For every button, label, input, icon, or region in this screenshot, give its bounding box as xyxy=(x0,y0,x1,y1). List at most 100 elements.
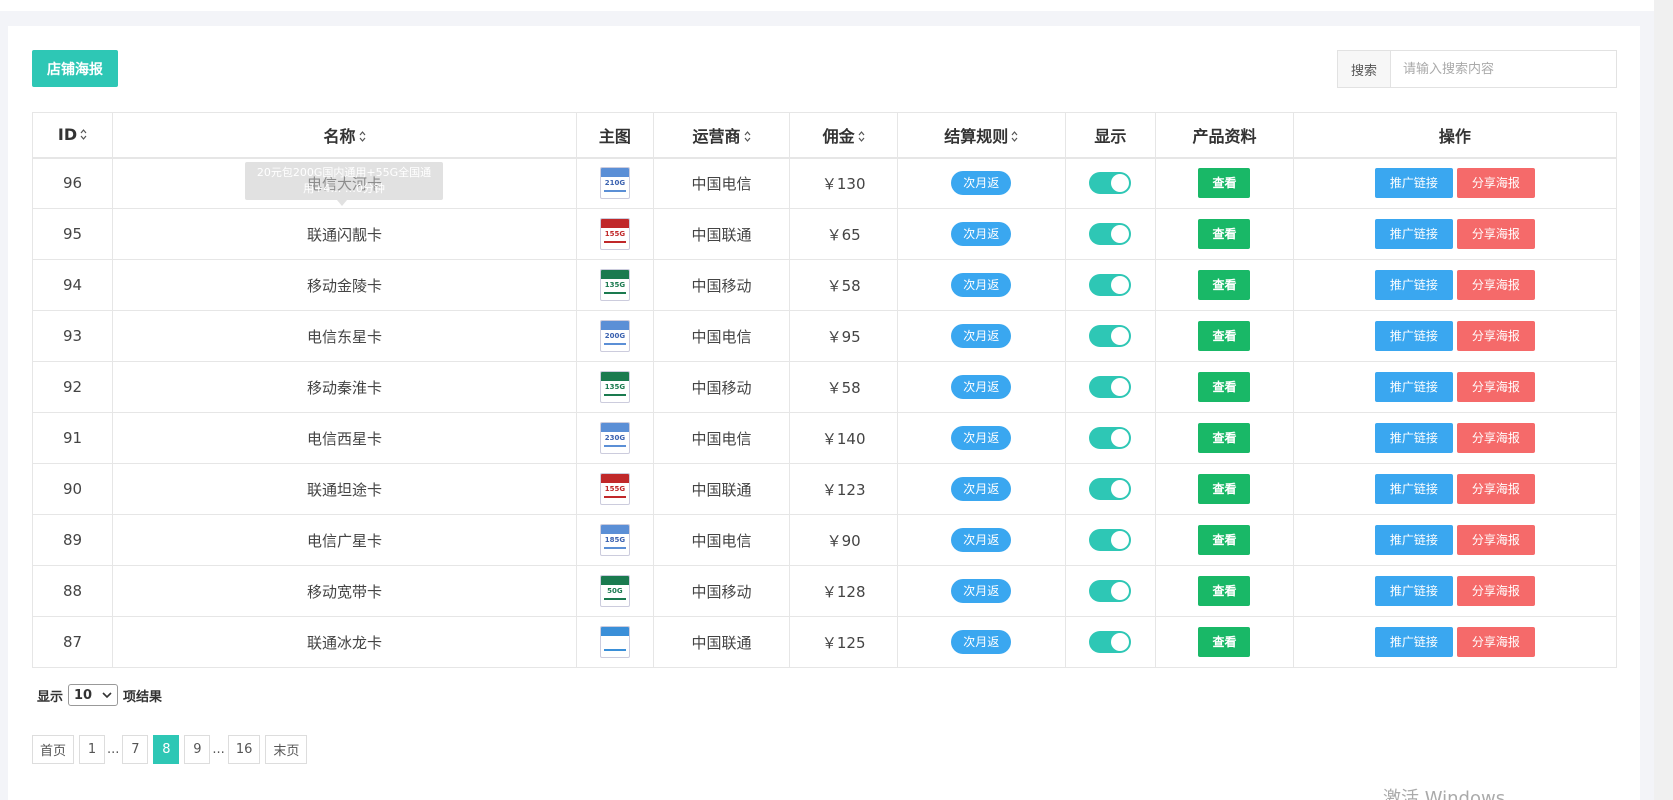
cell-info: 查看 xyxy=(1155,259,1294,311)
share-poster-button[interactable]: 分享海报 xyxy=(1456,627,1535,657)
pagination-current-page[interactable]: 8 xyxy=(153,735,180,764)
promo-link-button[interactable]: 推广链接 xyxy=(1374,627,1453,657)
product-thumbnail[interactable]: 230G xyxy=(599,422,630,454)
display-toggle[interactable] xyxy=(1089,274,1132,296)
share-poster-button[interactable]: 分享海报 xyxy=(1456,423,1535,453)
share-poster-button[interactable]: 分享海报 xyxy=(1456,576,1535,606)
window-scrollbar[interactable] xyxy=(1654,0,1673,800)
product-thumbnail[interactable]: 50G xyxy=(599,575,630,607)
pagination-page-button[interactable]: 7 xyxy=(122,735,149,764)
thumbnail-text: 210G xyxy=(604,179,626,188)
column-header[interactable]: ID xyxy=(32,112,113,159)
view-button[interactable]: 查看 xyxy=(1198,321,1251,351)
pagination-page-button[interactable]: 末页 xyxy=(265,735,308,764)
page-size-select[interactable]: 10 xyxy=(68,684,119,706)
promo-link-button[interactable]: 推广链接 xyxy=(1374,168,1453,199)
product-thumbnail[interactable]: 155G xyxy=(599,473,630,505)
pagination-page-button[interactable]: 16 xyxy=(227,735,261,764)
promo-link-button[interactable]: 推广链接 xyxy=(1374,219,1453,249)
sort-icon[interactable] xyxy=(80,129,87,143)
column-header[interactable]: 佣金 xyxy=(789,112,899,159)
thumbnail-line xyxy=(603,598,626,600)
settlement-rule-badge: 次月返 xyxy=(951,579,1012,603)
carrier: 中国移动 xyxy=(691,276,752,295)
product-thumbnail[interactable]: 200G xyxy=(599,320,630,352)
view-button[interactable]: 查看 xyxy=(1198,627,1251,657)
thumbnail-band xyxy=(600,270,629,279)
share-poster-button[interactable]: 分享海报 xyxy=(1456,474,1535,504)
promo-link-button[interactable]: 推广链接 xyxy=(1374,423,1453,453)
display-toggle[interactable] xyxy=(1089,478,1132,500)
column-header[interactable]: 结算规则 xyxy=(897,112,1066,159)
table-header-row: ID 名称 主图 运营商 佣金 结算规则 显示 产品资料 操作 xyxy=(32,112,1618,159)
share-poster-button[interactable]: 分享海报 xyxy=(1456,321,1535,351)
share-poster-button[interactable]: 分享海报 xyxy=(1456,168,1535,199)
cell-actions: 推广链接 分享海报 xyxy=(1292,616,1618,668)
product-thumbnail[interactable] xyxy=(599,626,630,658)
share-poster-button[interactable]: 分享海报 xyxy=(1456,372,1535,402)
display-toggle[interactable] xyxy=(1089,172,1132,195)
cell-rule: 次月返 xyxy=(897,616,1066,668)
cell-commission: ￥95 xyxy=(789,310,899,362)
carrier: 中国电信 xyxy=(691,327,752,346)
settlement-rule-badge: 次月返 xyxy=(951,222,1012,246)
cell-commission: ￥128 xyxy=(789,565,899,617)
cell-commission: ￥125 xyxy=(789,616,899,668)
store-poster-button[interactable]: 店铺海报 xyxy=(32,50,118,87)
toggle-knob xyxy=(1111,480,1130,498)
table-row: 92 移动秦淮卡 135G 中国移动 ￥58 次月返 查看 推广链接 分享海报 xyxy=(32,361,1618,413)
display-toggle[interactable] xyxy=(1089,376,1132,398)
display-toggle[interactable] xyxy=(1089,325,1132,347)
column-header[interactable]: 运营商 xyxy=(652,112,791,159)
column-header[interactable]: 名称 xyxy=(112,112,577,159)
display-toggle[interactable] xyxy=(1089,223,1132,245)
sort-icon[interactable] xyxy=(359,130,366,145)
promo-link-button[interactable]: 推广链接 xyxy=(1374,525,1453,555)
display-toggle[interactable] xyxy=(1089,529,1132,551)
promo-link-button[interactable]: 推广链接 xyxy=(1374,474,1453,504)
share-poster-button[interactable]: 分享海报 xyxy=(1456,525,1535,555)
product-thumbnail[interactable]: 155G xyxy=(599,218,630,250)
share-poster-button[interactable]: 分享海报 xyxy=(1456,219,1535,249)
cell-info: 查看 xyxy=(1155,361,1294,413)
commission: ￥140 xyxy=(821,429,866,448)
carrier: 中国电信 xyxy=(691,174,752,193)
cell-name: 电信东星卡 xyxy=(112,310,577,362)
cell-name: 电信广星卡 xyxy=(112,514,577,566)
promo-link-button[interactable]: 推广链接 xyxy=(1374,576,1453,606)
product-thumbnail[interactable]: 135G xyxy=(599,269,630,301)
promo-link-button[interactable]: 推广链接 xyxy=(1374,321,1453,351)
view-button[interactable]: 查看 xyxy=(1198,423,1251,453)
view-button[interactable]: 查看 xyxy=(1198,474,1251,504)
cell-carrier: 中国移动 xyxy=(652,259,791,311)
view-button[interactable]: 查看 xyxy=(1198,525,1251,555)
view-button[interactable]: 查看 xyxy=(1198,168,1251,199)
settlement-rule-badge: 次月返 xyxy=(951,630,1012,654)
view-button[interactable]: 查看 xyxy=(1198,576,1251,606)
view-button[interactable]: 查看 xyxy=(1198,372,1251,402)
sort-icon[interactable] xyxy=(1011,130,1018,145)
row-id: 87 xyxy=(62,633,83,651)
display-toggle[interactable] xyxy=(1089,580,1132,602)
promo-link-button[interactable]: 推广链接 xyxy=(1374,270,1453,300)
sort-icon[interactable] xyxy=(744,130,751,145)
toggle-knob xyxy=(1111,531,1130,549)
pagination-page-button[interactable]: 首页 xyxy=(32,735,75,764)
view-button[interactable]: 查看 xyxy=(1198,270,1251,300)
column-header-label: 结算规则 xyxy=(944,126,1009,146)
product-thumbnail[interactable]: 185G xyxy=(599,524,630,556)
table-row: 95 联通闪靓卡 155G 中国联通 ￥65 次月返 查看 推广链接 分享海报 xyxy=(32,208,1618,260)
sort-icon[interactable] xyxy=(858,130,865,145)
view-button[interactable]: 查看 xyxy=(1198,219,1251,249)
product-thumbnail[interactable]: 210G xyxy=(599,167,630,200)
pagination-page-button[interactable]: 9 xyxy=(184,735,211,764)
search-box: 搜索 xyxy=(1337,50,1617,88)
display-toggle[interactable] xyxy=(1089,631,1132,653)
display-toggle[interactable] xyxy=(1089,427,1132,449)
pagination-page-button[interactable]: 1 xyxy=(79,735,106,764)
cell-name: 移动秦淮卡 xyxy=(112,361,577,413)
search-input[interactable] xyxy=(1391,51,1616,87)
share-poster-button[interactable]: 分享海报 xyxy=(1456,270,1535,300)
product-thumbnail[interactable]: 135G xyxy=(599,371,630,403)
promo-link-button[interactable]: 推广链接 xyxy=(1374,372,1453,402)
